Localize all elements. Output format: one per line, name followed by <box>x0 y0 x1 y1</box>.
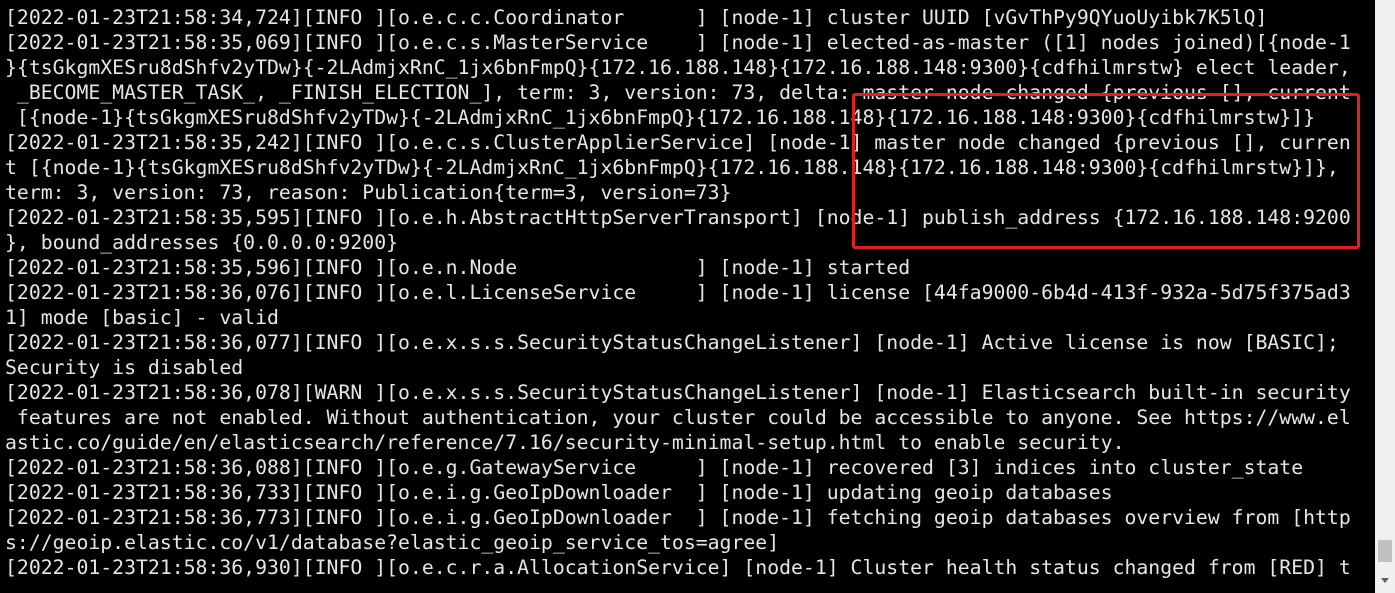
log-line: term: 3, version: 73, reason: Publicatio… <box>5 181 732 204</box>
log-line: _BECOME_MASTER_TASK_, _FINISH_ELECTION_]… <box>5 81 1351 104</box>
scrollbar-thumb[interactable] <box>1378 540 1392 562</box>
log-line: s://geoip.elastic.co/v1/database?elastic… <box>5 531 780 554</box>
scrollbar-track[interactable] <box>1375 0 1395 593</box>
log-line: [2022-01-23T21:58:35,596][INFO ][o.e.n.N… <box>5 256 911 279</box>
log-line: [2022-01-23T21:58:36,076][INFO ][o.e.l.L… <box>5 281 1351 304</box>
log-line: 1] mode [basic] - valid <box>5 306 279 329</box>
log-line: [2022-01-23T21:58:36,088][INFO ][o.e.g.G… <box>5 456 1304 479</box>
log-line: Security is disabled <box>5 356 244 379</box>
log-line: [2022-01-23T21:58:35,242][INFO ][o.e.c.s… <box>5 131 1351 154</box>
log-line: [2022-01-23T21:58:36,078][WARN ][o.e.x.s… <box>5 381 1351 404</box>
log-line: [2022-01-23T21:58:36,733][INFO ][o.e.i.g… <box>5 481 1113 504</box>
log-line: [2022-01-23T21:58:35,069][INFO ][o.e.c.s… <box>5 31 1351 54</box>
log-line: [2022-01-23T21:58:36,930][INFO ][o.e.c.r… <box>5 556 1351 579</box>
vertical-scrollbar[interactable] <box>1375 0 1395 593</box>
log-line: t [{node-1}{tsGkgmXESru8dShfv2yTDw}{-2LA… <box>5 156 1339 179</box>
log-line: }{tsGkgmXESru8dShfv2yTDw}{-2LAdmjxRnC_1j… <box>5 56 1351 79</box>
log-line: [2022-01-23T21:58:36,773][INFO ][o.e.i.g… <box>5 506 1351 529</box>
log-line: [2022-01-23T21:58:35,595][INFO ][o.e.h.A… <box>5 206 1351 229</box>
log-line: [2022-01-23T21:58:36,077][INFO ][o.e.x.s… <box>5 331 1339 354</box>
scroll-down-arrow-icon[interactable] <box>1375 570 1395 593</box>
log-line: }, bound_addresses {0.0.0.0:9200} <box>5 231 399 254</box>
log-line: astic.co/guide/en/elasticsearch/referenc… <box>5 431 1125 454</box>
terminal-output[interactable]: [2022-01-23T21:58:34,724][INFO ][o.e.c.c… <box>0 0 1375 593</box>
log-line: [2022-01-23T21:58:34,724][INFO ][o.e.c.c… <box>5 6 1268 29</box>
log-line: features are not enabled. Without authen… <box>5 406 1351 429</box>
log-line: [{node-1}{tsGkgmXESru8dShfv2yTDw}{-2LAdm… <box>5 106 1316 129</box>
